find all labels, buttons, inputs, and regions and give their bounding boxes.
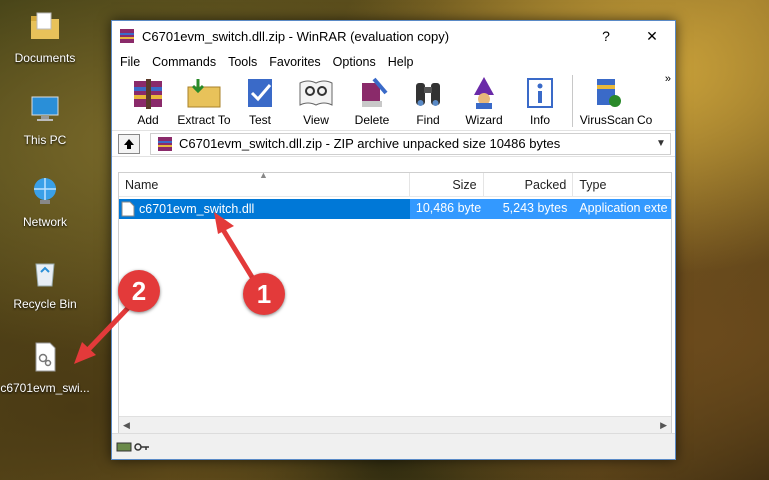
delete-icon <box>362 77 388 107</box>
toolbar-separator <box>572 75 573 127</box>
delete-button[interactable]: Delete <box>344 75 400 127</box>
drive-icon[interactable] <box>116 441 132 453</box>
file-size-cell: 10,486 byte <box>415 201 482 215</box>
desktop-icon-this-pc[interactable]: This PC <box>0 92 90 147</box>
menu-file[interactable]: File <box>114 55 146 69</box>
menu-help[interactable]: Help <box>382 55 420 69</box>
menu-bar: File Commands Tools Favorites Options He… <box>112 51 675 73</box>
info-icon <box>527 78 553 108</box>
window-title: C6701evm_switch.dll.zip - WinRAR (evalua… <box>142 28 450 44</box>
recycle-bin-icon <box>35 263 55 287</box>
menu-tools[interactable]: Tools <box>222 55 263 69</box>
find-button[interactable]: Find <box>400 75 456 127</box>
help-button[interactable]: ? <box>583 21 629 51</box>
path-bar: C6701evm_switch.dll.zip - ZIP archive un… <box>112 131 675 157</box>
menu-options[interactable]: Options <box>327 55 382 69</box>
file-list-header: ▲ Name Size Packed Type <box>119 173 671 197</box>
up-folder-button[interactable] <box>118 133 140 154</box>
file-type-cell: Application exte <box>579 201 668 215</box>
winrar-app-icon <box>120 29 134 43</box>
wizard-button[interactable]: Wizard <box>456 75 512 127</box>
virus-scan-icon <box>597 79 621 107</box>
info-button[interactable]: Info <box>512 75 568 127</box>
view-button[interactable]: View <box>288 75 344 127</box>
column-header-size[interactable]: Size <box>410 173 484 196</box>
desktop-icon-network[interactable]: Network <box>0 174 90 229</box>
status-bar <box>112 433 675 459</box>
toolbar: Add Extract To Test View Delete Find Wiz… <box>112 73 675 131</box>
path-dropdown[interactable]: C6701evm_switch.dll.zip - ZIP archive un… <box>150 132 671 155</box>
dll-file-icon <box>121 201 135 217</box>
column-header-packed[interactable]: Packed <box>484 173 574 196</box>
add-archive-icon <box>134 79 162 109</box>
wizard-icon <box>474 77 494 109</box>
toolbar-overflow-button[interactable]: » <box>665 73 671 85</box>
file-list: ▲ Name Size Packed Type c6701evm_switch.… <box>118 172 672 434</box>
virusscan-button[interactable]: VirusScan <box>577 75 637 127</box>
desktop-icon-recycle-bin[interactable]: Recycle Bin <box>0 256 90 311</box>
winrar-window: C6701evm_switch.dll.zip - WinRAR (evalua… <box>111 20 676 460</box>
close-button[interactable]: ✕ <box>629 21 675 51</box>
test-button[interactable]: Test <box>232 75 288 127</box>
extract-folder-icon <box>187 79 221 108</box>
computer-icon <box>31 96 59 121</box>
file-name-cell: c6701evm_switch.dll <box>119 199 410 219</box>
table-row[interactable]: c6701evm_switch.dll 10,486 byte 5,243 by… <box>119 199 671 219</box>
add-button[interactable]: Add <box>120 75 176 127</box>
test-check-icon <box>248 79 272 107</box>
scroll-right-icon[interactable]: ▶ <box>660 420 667 431</box>
folder-icon <box>31 12 59 39</box>
binoculars-icon <box>416 83 440 106</box>
extract-to-button[interactable]: Extract To <box>176 75 232 127</box>
file-packed-cell: 5,243 bytes <box>502 201 568 215</box>
network-icon <box>34 178 56 204</box>
annotation-badge-1: 1 <box>243 273 285 315</box>
comment-button[interactable]: Co <box>637 75 659 127</box>
menu-commands[interactable]: Commands <box>146 55 222 69</box>
column-header-type[interactable]: Type <box>573 173 671 196</box>
sort-up-icon: ▲ <box>259 172 268 180</box>
key-icon[interactable] <box>134 441 150 453</box>
desktop-icon-documents[interactable]: Documents <box>0 10 90 65</box>
chevron-down-icon[interactable]: ▼ <box>652 138 670 149</box>
zip-archive-icon <box>158 136 172 151</box>
title-bar[interactable]: C6701evm_switch.dll.zip - WinRAR (evalua… <box>112 21 675 51</box>
dll-file-icon <box>35 342 56 372</box>
menu-favorites[interactable]: Favorites <box>263 55 326 69</box>
annotation-badge-2: 2 <box>118 270 160 312</box>
view-book-icon <box>299 80 333 106</box>
horizontal-scrollbar[interactable]: ◀ ▶ <box>119 416 671 433</box>
scroll-left-icon[interactable]: ◀ <box>123 420 130 431</box>
arrow-up-icon <box>124 138 134 149</box>
desktop-icon-dll-file[interactable]: c6701evm_swi... <box>0 340 90 395</box>
archive-path-text: C6701evm_switch.dll.zip - ZIP archive un… <box>179 136 561 151</box>
